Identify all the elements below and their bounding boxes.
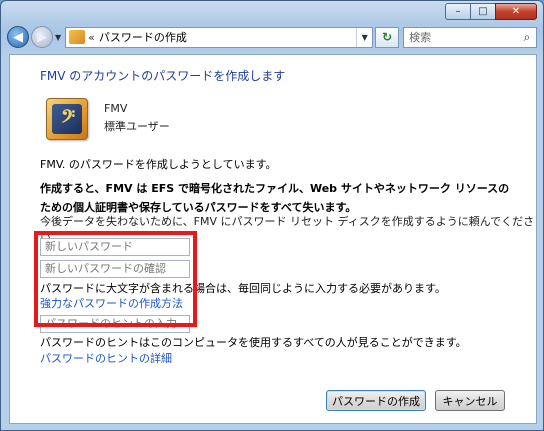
highlight-box — [34, 231, 197, 327]
caption-buttons: – □ ✕ — [445, 3, 537, 20]
refresh-button[interactable]: ↻ — [375, 26, 400, 48]
recent-pages-dropdown[interactable]: ▼ — [55, 33, 61, 42]
content-pane: FMV のアカウントのパスワードを作成します 𝄢 FMV 標準ユーザー FMV.… — [9, 54, 537, 424]
search-icon[interactable]: ⌕ — [518, 30, 536, 45]
user-account-type: 標準ユーザー — [104, 120, 170, 133]
minimize-button[interactable]: – — [445, 3, 471, 20]
control-panel-icon — [69, 30, 86, 44]
breadcrumb-overflow[interactable]: « — [88, 31, 95, 44]
avatar: 𝄢 — [46, 98, 88, 140]
avatar-image: 𝄢 — [52, 104, 82, 134]
window: – □ ✕ ◀ ▶ ▼ « パスワードの作成 ▼ ↻ 検索 ⌕ FMV のアカウ… — [0, 0, 544, 431]
hint-details-link[interactable]: パスワードのヒントの詳細 — [40, 350, 172, 366]
address-dropdown-icon[interactable]: ▼ — [356, 27, 372, 47]
forward-button[interactable]: ▶ — [31, 26, 53, 48]
search-box[interactable]: 検索 ⌕ — [403, 26, 537, 48]
maximize-button[interactable]: □ — [470, 3, 496, 20]
warning-text: 作成すると、FMV は EFS で暗号化されたファイル、Web サイトやネットワ… — [40, 182, 510, 214]
refresh-icon: ↻ — [382, 30, 393, 44]
navigation-bar: ◀ ▶ ▼ « パスワードの作成 ▼ ↻ 検索 ⌕ — [7, 25, 537, 49]
hint-visibility-note: パスワードのヒントはこのコンピュータを使用するすべての人が見ることができます。 — [40, 336, 467, 349]
cancel-button[interactable]: キャンセル — [435, 390, 505, 411]
bass-clef-icon: 𝄢 — [61, 106, 76, 132]
breadcrumb-current[interactable]: パスワードの作成 — [99, 29, 356, 45]
search-input[interactable]: 検索 — [404, 29, 518, 45]
address-bar[interactable]: « パスワードの作成 ▼ — [65, 26, 374, 48]
user-name: FMV — [104, 102, 128, 115]
back-button[interactable]: ◀ — [7, 26, 29, 48]
intro-text: FMV. のパスワードを作成しようとしています。 — [40, 158, 277, 171]
create-password-button[interactable]: パスワードの作成 — [326, 390, 426, 411]
page-title: FMV のアカウントのパスワードを作成します — [40, 69, 286, 83]
close-button[interactable]: ✕ — [495, 3, 537, 20]
